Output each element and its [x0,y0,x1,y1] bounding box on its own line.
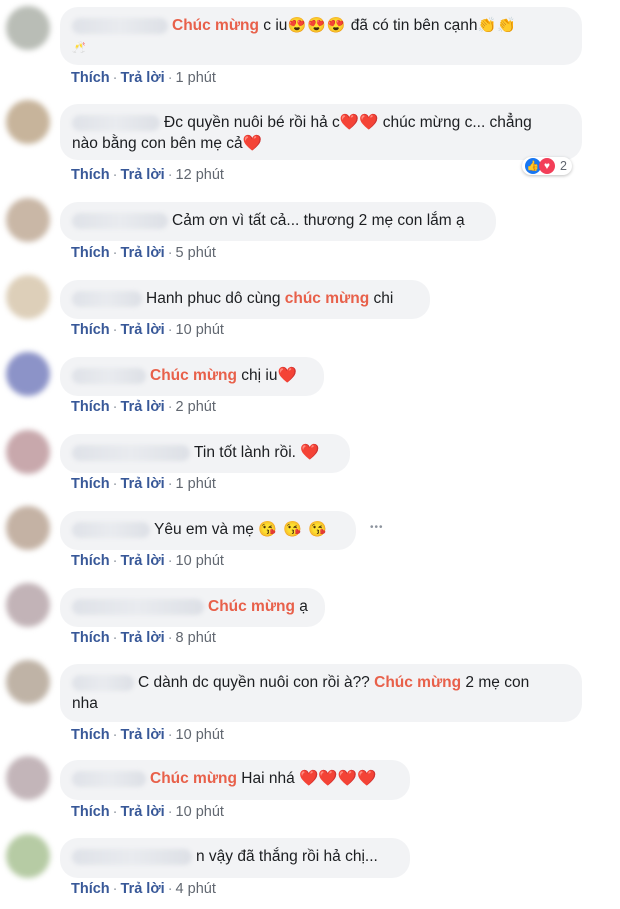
comment-bubble: Cảm ơn vì tất cả... thương 2 mẹ con lắm … [60,202,496,241]
avatar[interactable] [6,198,50,242]
comment-bubble: Chúc mừng ạ [60,588,325,627]
like-link[interactable]: Thích [71,70,110,86]
comment-actions: Thích · Trả lời · 10 phút [71,322,224,338]
avatar[interactable] [6,275,50,319]
comment-time[interactable]: 10 phút [176,804,224,820]
commenter-name[interactable] [72,674,134,691]
comment-bubble: n vậy đã thắng rồi hả chị... [60,838,410,878]
comment-time[interactable]: 12 phút [176,167,224,183]
reply-link[interactable]: Trả lời [121,630,165,646]
reply-link[interactable]: Trả lời [121,167,165,183]
like-link[interactable]: Thích [71,727,110,743]
comment-bubble: Yêu em và mẹ 😘 😘 😘 [60,511,356,550]
comment-bubble: Tin tốt lành rồi. ❤️ [60,434,350,473]
comment-actions: Thích · Trả lời · 10 phút [71,553,224,569]
comment-actions: Thích · Trả lời · 1 phút [71,476,216,492]
reply-link[interactable]: Trả lời [121,245,165,261]
comment-time[interactable]: 2 phút [176,399,216,415]
highlight-text: chúc mừng [284,290,370,307]
reply-link[interactable]: Trả lời [121,322,165,338]
like-link[interactable]: Thích [71,322,110,338]
comment-time[interactable]: 10 phút [176,727,224,743]
comment-actions: Thích · Trả lời · 2 phút [71,399,216,415]
heart-emoji: ❤️ [242,135,262,152]
comment-time[interactable]: 5 phút [176,245,216,261]
comment-bubble: Hanh phuc dô cùng chúc mừng chi [60,280,430,319]
avatar[interactable] [6,660,50,704]
like-link[interactable]: Thích [71,167,110,183]
clap-emoji: 👏👏 [477,17,517,34]
comment-bubble: Chúc mừng chị iu❤️ [60,357,324,396]
comment-actions: Thích · Trả lời · 8 phút [71,630,216,646]
commenter-name[interactable] [72,598,204,615]
reply-link[interactable]: Trả lời [121,399,165,415]
like-link[interactable]: Thích [71,399,110,415]
heart-emoji: ❤️ [300,444,320,461]
commenter-name[interactable] [72,770,146,787]
highlight-text: Chúc mừng [150,770,237,787]
avatar[interactable] [6,834,50,878]
comment-bubble: Chúc mừng Hai nhá ❤️❤️❤️❤️ [60,760,410,800]
heart-eyes-emoji: 😍😍😍 [287,17,347,34]
avatar[interactable] [6,583,50,627]
reply-link[interactable]: Trả lời [121,804,165,820]
reactions-summary[interactable]: 👍 ♥ 2 [522,157,572,175]
comment-actions: Thích · Trả lời · 1 phút [71,70,216,86]
reply-link[interactable]: Trả lời [121,476,165,492]
commenter-name[interactable] [72,114,160,131]
commenter-name[interactable] [72,367,146,384]
like-link[interactable]: Thích [71,553,110,569]
comment-time[interactable]: 4 phút [176,881,216,897]
commenter-name[interactable] [72,848,192,865]
highlight-text: Chúc mừng [150,367,237,384]
highlight-text: Chúc mừng [374,674,462,691]
comment-bubble: C dành dc quyền nuôi con rồi à?? Chúc mừ… [60,664,582,722]
comment-actions: Thích · Trả lời · 5 phút [71,245,216,261]
comment-actions: Thích · Trả lời · 12 phút [71,167,224,183]
like-link[interactable]: Thích [71,245,110,261]
reaction-count: 2 [560,159,567,173]
commenter-name[interactable] [72,290,142,307]
cheers-emoji: 🥂 [72,42,87,54]
more-options-icon[interactable]: ••• [370,522,384,533]
comment-time[interactable]: 10 phút [176,553,224,569]
avatar[interactable] [6,100,50,144]
comment-actions: Thích · Trả lời · 10 phút [71,804,224,820]
like-link[interactable]: Thích [71,881,110,897]
commenter-name[interactable] [72,212,168,229]
reply-link[interactable]: Trả lời [121,727,165,743]
commenter-name[interactable] [72,17,168,34]
comment-bubble: Chúc mừng c iu😍😍😍 đã có tin bên cạnh👏👏 🥂 [60,7,582,65]
highlight-text: Chúc mừng [208,598,295,615]
avatar[interactable] [6,6,50,50]
comment-time[interactable]: 1 phút [176,476,216,492]
commenter-name[interactable] [72,521,150,538]
avatar[interactable] [6,352,50,396]
comment-time[interactable]: 10 phút [176,322,224,338]
like-link[interactable]: Thích [71,476,110,492]
love-reaction-icon: ♥ [539,158,555,174]
like-link[interactable]: Thích [71,804,110,820]
comment-actions: Thích · Trả lời · 4 phút [71,881,216,897]
heart-emoji: ❤️❤️❤️❤️ [299,770,377,787]
comment-actions: Thích · Trả lời · 10 phút [71,727,224,743]
commenter-name[interactable] [72,444,190,461]
reply-link[interactable]: Trả lời [121,70,165,86]
highlight-text: Chúc mừng [172,17,259,34]
comment-time[interactable]: 1 phút [176,70,216,86]
reply-link[interactable]: Trả lời [121,881,165,897]
heart-emoji: ❤️❤️ [339,114,379,131]
avatar[interactable] [6,506,50,550]
like-link[interactable]: Thích [71,630,110,646]
reply-link[interactable]: Trả lời [121,553,165,569]
heart-emoji: ❤️ [277,367,297,384]
kiss-emoji: 😘 😘 😘 [258,521,328,538]
avatar[interactable] [6,756,50,800]
comment-time[interactable]: 8 phút [176,630,216,646]
comment-bubble: Đc quyền nuôi bé rồi hả c❤️❤️ chúc mừng … [60,104,582,160]
avatar[interactable] [6,430,50,474]
